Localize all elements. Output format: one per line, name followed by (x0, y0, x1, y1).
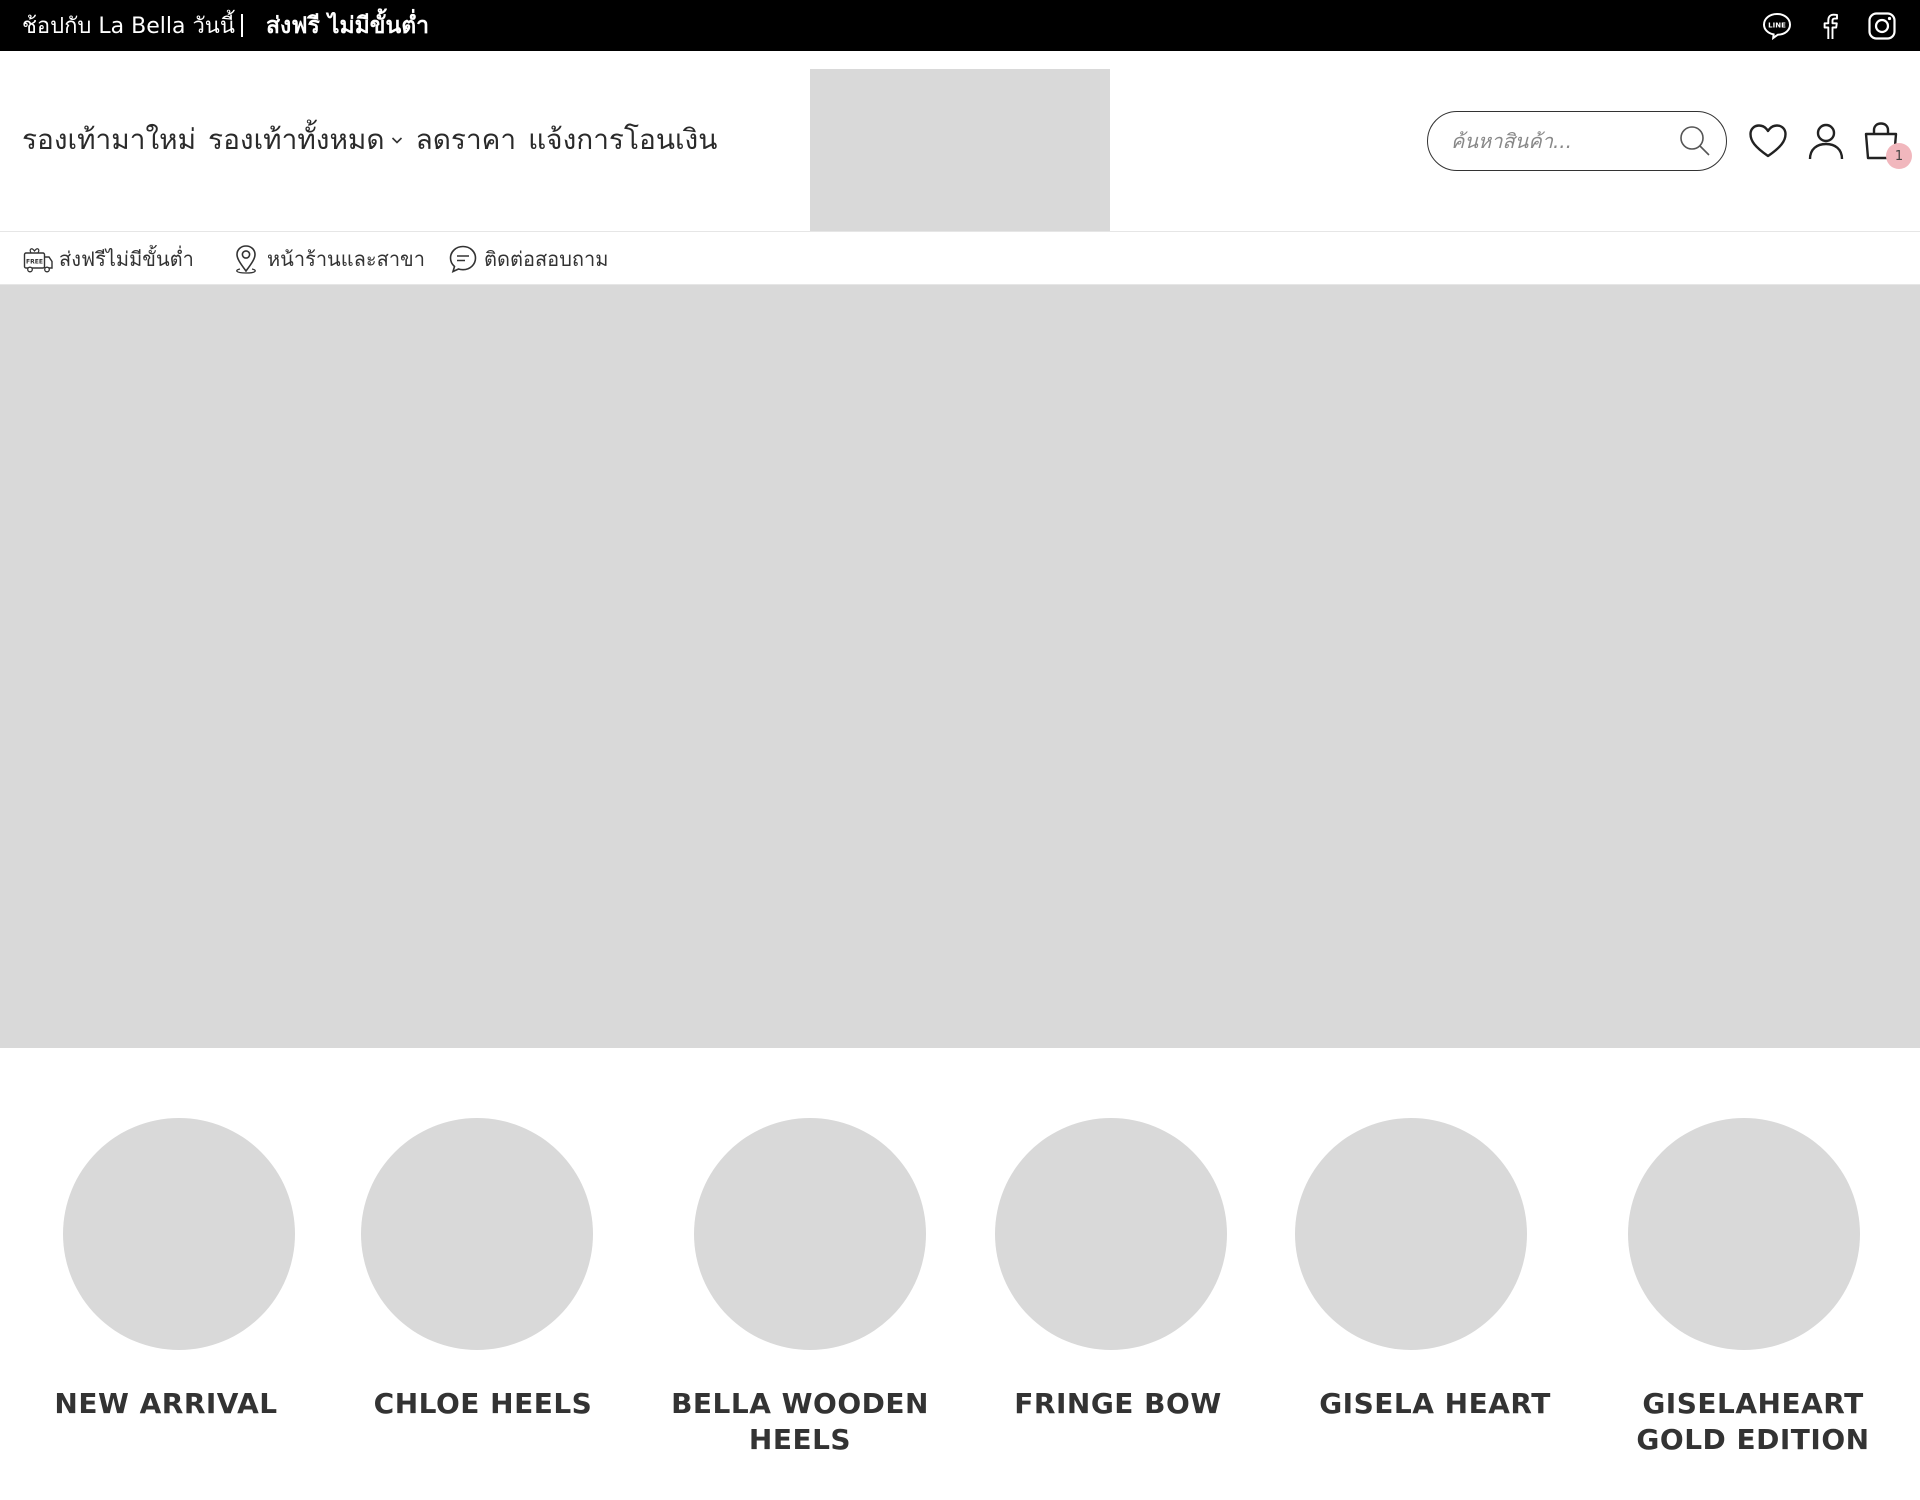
category-label: BELLA WOODEN HEELS (671, 1387, 929, 1456)
user-icon (1808, 123, 1844, 160)
svg-text:FREE: FREE (26, 259, 43, 266)
heart-icon (1749, 124, 1787, 158)
cart-count-badge: 1 (1886, 143, 1912, 169)
line-link[interactable]: LINE (1761, 10, 1793, 42)
category-image (361, 1118, 593, 1350)
info-stores-label: หน้าร้านและสาขา (267, 247, 425, 271)
info-free-shipping[interactable]: FREE ส่งฟรีไม่มีขั้นต่ำ (22, 232, 194, 286)
search-icon (1680, 126, 1710, 156)
account-button[interactable] (1805, 120, 1847, 162)
search-input[interactable] (1451, 129, 1666, 153)
category-label: NEW ARRIVAL (54, 1387, 278, 1420)
nav-new-arrivals[interactable]: รองเท้ามาใหม่ (22, 118, 196, 162)
info-contact[interactable]: ติดต่อสอบถาม (447, 232, 608, 286)
announcement-promo: ส่งฟรี ไม่มีขั้นต่ำ (266, 12, 430, 39)
wishlist-button[interactable] (1747, 120, 1789, 162)
nav-all-shoes-label: รองเท้าทั้งหมด (208, 123, 385, 156)
info-free-shipping-label: ส่งฟรีไม่มีขั้นต่ำ (59, 247, 194, 271)
info-stores[interactable]: หน้าร้านและสาขา (230, 232, 425, 286)
instagram-link[interactable] (1866, 10, 1898, 42)
nav-sale-label: ลดราคา (415, 123, 517, 156)
nav-all-shoes[interactable]: รองเท้าทั้งหมด (208, 118, 404, 162)
info-contact-label: ติดต่อสอบถาม (484, 247, 609, 271)
hero-banner[interactable] (0, 285, 1920, 1048)
nav-sale[interactable]: ลดราคา (416, 118, 517, 162)
main-navigation: รองเท้ามาใหม่ รองเท้าทั้งหมด ลดราคา แจ้ง… (22, 117, 729, 163)
svg-text:LINE: LINE (1768, 22, 1786, 30)
category-label: GISELA HEART (1319, 1387, 1551, 1420)
category-image (1628, 1118, 1860, 1350)
line-icon: LINE (1762, 12, 1792, 41)
category-label: GISELAHEART GOLD EDITION (1636, 1387, 1870, 1456)
site-logo[interactable] (810, 69, 1110, 231)
category-label: CHLOE HEELS (373, 1387, 593, 1420)
announcement-bar: ช้อปกับ La Bella วันนี้ ส่งฟรี ไม่มีขั้น… (0, 0, 1920, 51)
category-image (694, 1118, 926, 1350)
chat-icon (447, 243, 479, 275)
nav-payment-notify[interactable]: แจ้งการโอนเงิน (528, 118, 717, 162)
chevron-down-icon (390, 133, 404, 147)
category-image (1295, 1118, 1527, 1350)
category-image (995, 1118, 1227, 1350)
category-image (63, 1118, 295, 1350)
category-label: FRINGE BOW (1014, 1387, 1222, 1420)
announcement-divider (241, 14, 243, 37)
facebook-icon (1823, 13, 1838, 39)
free-shipping-icon: FREE (22, 243, 54, 275)
search-box (1427, 111, 1727, 171)
search-button[interactable] (1678, 124, 1712, 158)
location-pin-icon (230, 243, 262, 275)
nav-payment-notify-label: แจ้งการโอนเงิน (528, 123, 718, 156)
facebook-link[interactable] (1814, 10, 1846, 42)
nav-new-arrivals-label: รองเท้ามาใหม่ (22, 123, 197, 156)
instagram-icon (1868, 12, 1896, 40)
info-strip: FREE ส่งฟรีไม่มีขั้นต่ำ หน้าร้านและสาขา … (0, 231, 1920, 285)
announcement-message: ช้อปกับ La Bella วันนี้ (22, 14, 235, 39)
